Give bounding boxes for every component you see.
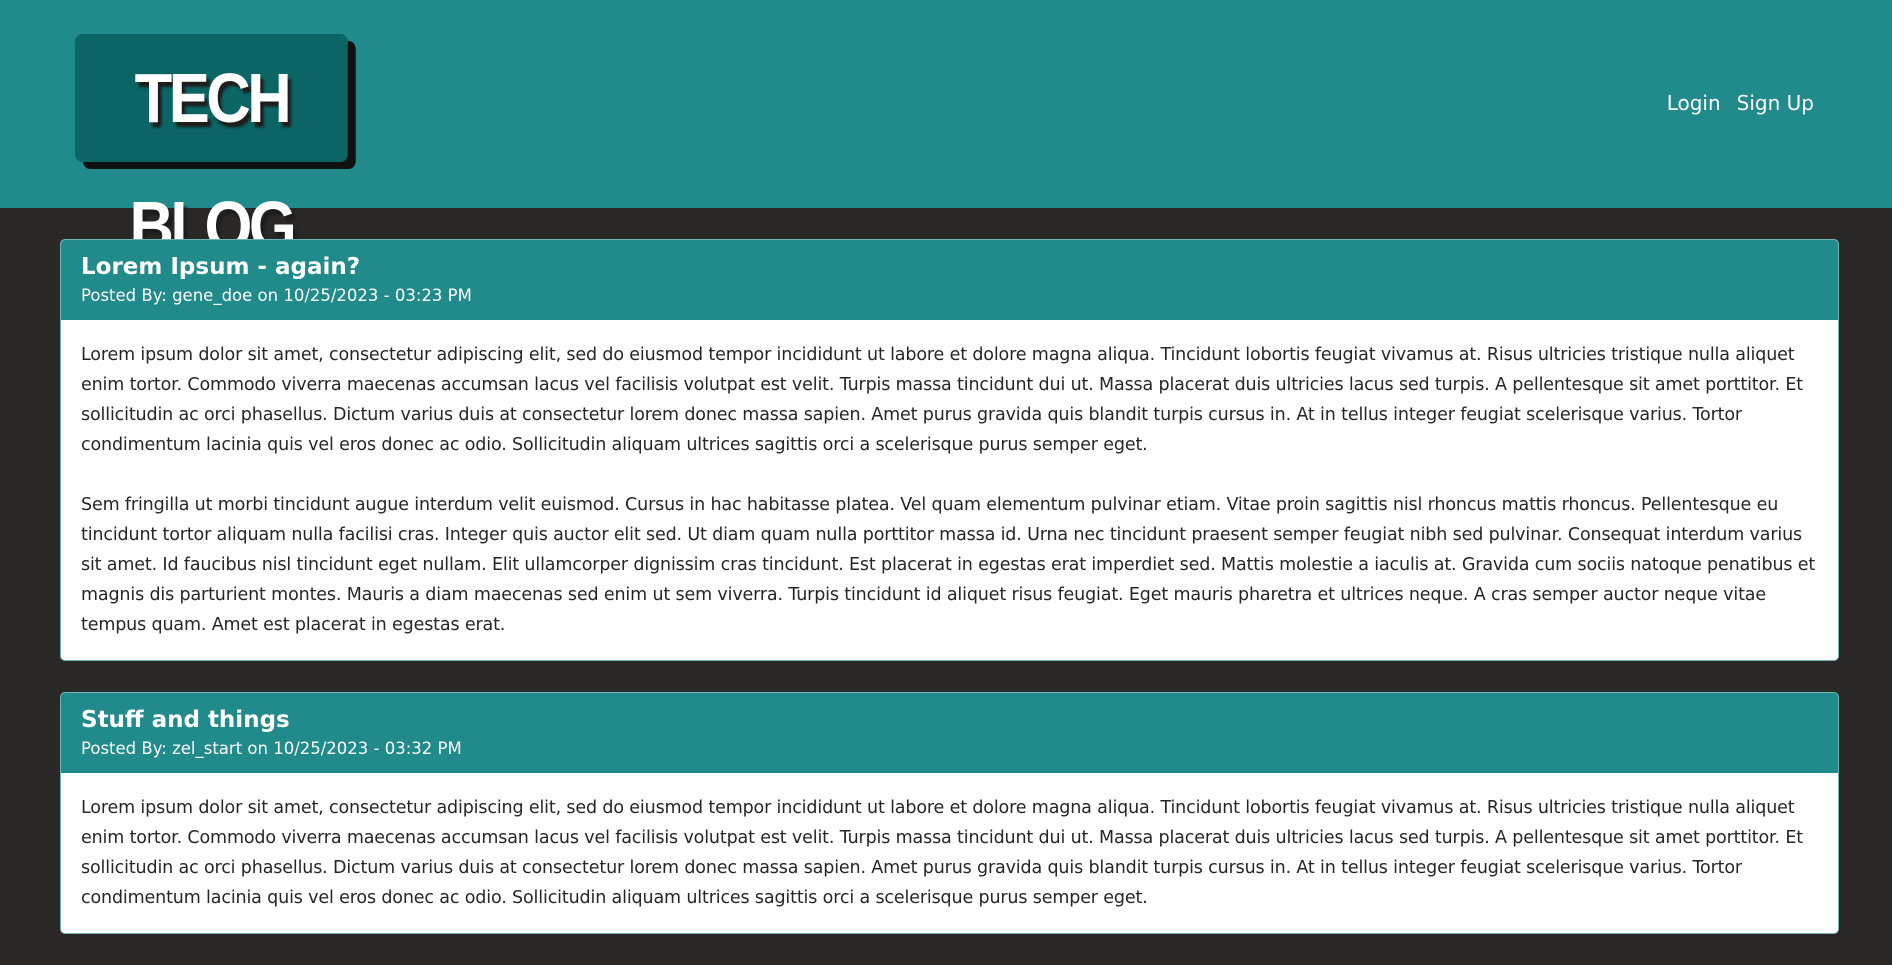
main-nav: Login Sign Up (1667, 91, 1814, 115)
post-meta: Posted By: gene_doe on 10/25/2023 - 03:2… (81, 286, 472, 305)
signup-link[interactable]: Sign Up (1737, 91, 1814, 115)
post-meta: Posted By: zel_start on 10/25/2023 - 03:… (81, 739, 462, 758)
post-title[interactable]: Stuff and things (81, 705, 1818, 735)
login-link[interactable]: Login (1667, 91, 1721, 115)
post-header[interactable]: Stuff and things Posted By: zel_start on… (61, 693, 1838, 773)
post-title[interactable]: Lorem Ipsum - again? (81, 252, 1818, 282)
post-header[interactable]: Lorem Ipsum - again? Posted By: gene_doe… (61, 240, 1838, 320)
post-paragraph: Lorem ipsum dolor sit amet, consectetur … (81, 798, 1803, 908)
post-body: Lorem ipsum dolor sit amet, consectetur … (61, 320, 1838, 660)
post-body: Lorem ipsum dolor sit amet, consectetur … (61, 773, 1838, 933)
post-paragraph: Sem fringilla ut morbi tincidunt augue i… (81, 495, 1816, 635)
post-paragraph: Lorem ipsum dolor sit amet, consectetur … (81, 345, 1803, 455)
post-card[interactable]: Stuff and things Posted By: zel_start on… (60, 692, 1839, 934)
site-header: TECH BLOG Login Sign Up (0, 0, 1892, 265)
post-card[interactable]: Lorem Ipsum - again? Posted By: gene_doe… (60, 239, 1839, 661)
site-logo[interactable]: TECH BLOG (75, 34, 348, 265)
post-list: Lorem Ipsum - again? Posted By: gene_doe… (60, 239, 1839, 965)
